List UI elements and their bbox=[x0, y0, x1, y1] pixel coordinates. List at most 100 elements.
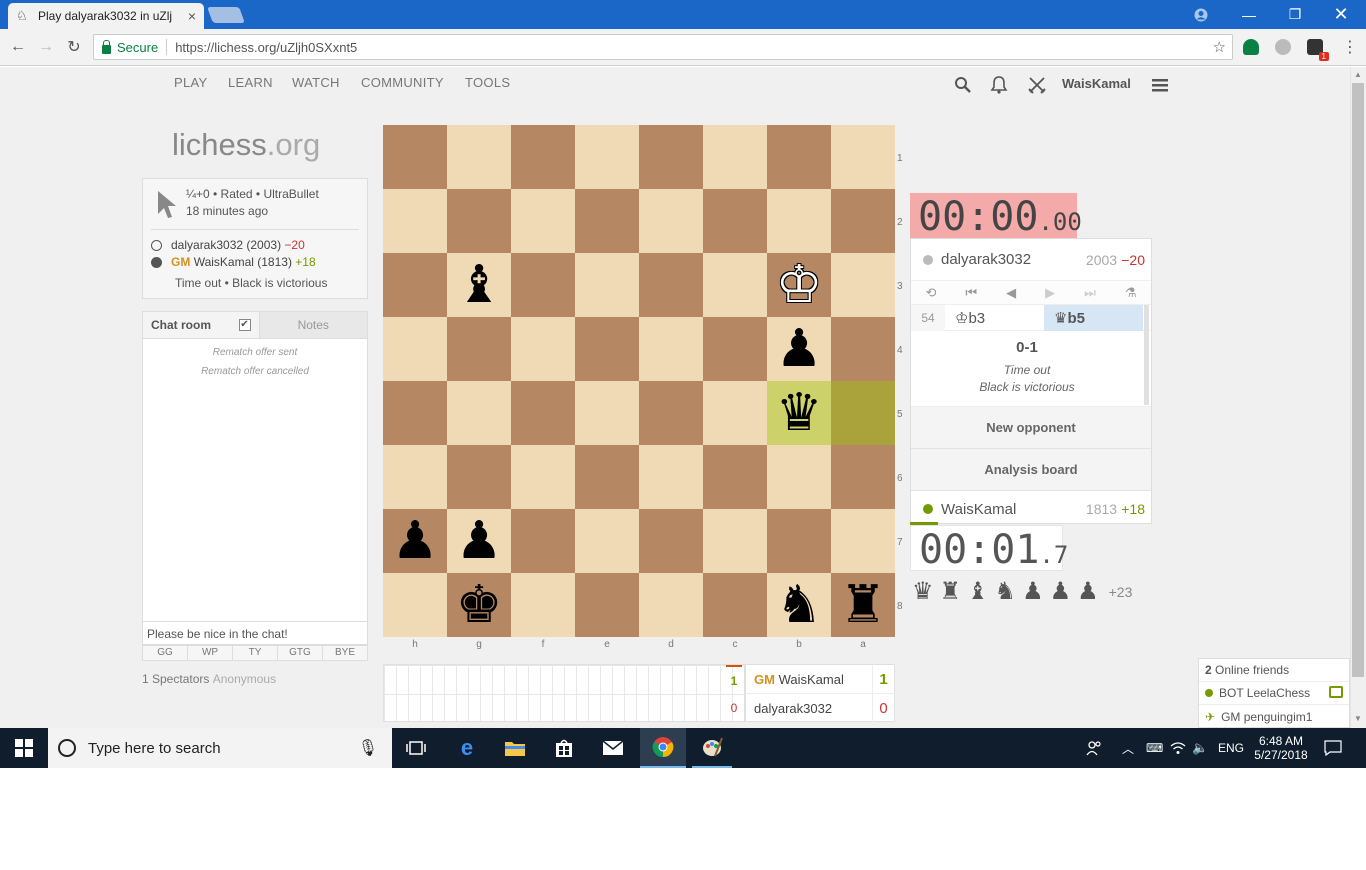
player-bar[interactable]: WaisKamal 1813 +18 bbox=[911, 491, 1151, 527]
paint-icon[interactable] bbox=[692, 728, 732, 768]
last-move-icon[interactable]: ⏭ bbox=[1084, 285, 1096, 301]
prev-move-icon[interactable]: ◀ bbox=[1006, 285, 1016, 301]
minimize-icon[interactable]: — bbox=[1226, 0, 1272, 29]
tray-chevron-icon[interactable]: ︿ bbox=[1122, 728, 1134, 768]
white-move[interactable]: ♔b3 bbox=[945, 309, 1044, 327]
shield-extension-icon[interactable] bbox=[1243, 39, 1259, 55]
square-e1[interactable] bbox=[575, 125, 639, 189]
square-a6[interactable] bbox=[831, 445, 895, 509]
address-bar[interactable]: Secure https://lichess.org/uZljh0SXxnt5 … bbox=[93, 34, 1233, 60]
square-h1[interactable] bbox=[383, 125, 447, 189]
crosstable-player-2[interactable]: dalyarak3032 0 bbox=[746, 694, 894, 723]
friends-header[interactable]: 2 Online friends bbox=[1199, 659, 1349, 682]
square-d8[interactable] bbox=[639, 573, 703, 637]
maximize-icon[interactable]: ❐ bbox=[1272, 0, 1318, 29]
last-game-result-top[interactable]: 1 bbox=[726, 665, 742, 694]
square-e6[interactable] bbox=[575, 445, 639, 509]
square-a1[interactable] bbox=[831, 125, 895, 189]
square-g5[interactable] bbox=[447, 381, 511, 445]
tv-icon[interactable] bbox=[1329, 686, 1343, 698]
forward-icon[interactable]: → bbox=[36, 37, 56, 57]
tab-close-icon[interactable]: × bbox=[188, 8, 196, 24]
new-opponent-button[interactable]: New opponent bbox=[911, 407, 1151, 449]
friend-item[interactable]: ✈ GM penguingim1 bbox=[1199, 705, 1349, 728]
user-menu[interactable]: WaisKamal bbox=[1062, 76, 1131, 91]
square-b1[interactable] bbox=[767, 125, 831, 189]
crossed-swords-icon[interactable] bbox=[1027, 75, 1047, 95]
notification-bell-icon[interactable] bbox=[989, 75, 1009, 95]
page-scrollbar-thumb[interactable] bbox=[1352, 83, 1364, 677]
chat-toggle-checkbox[interactable]: ✔ bbox=[238, 319, 251, 331]
wifi-icon[interactable] bbox=[1170, 728, 1186, 768]
piece-b4[interactable]: ♟ bbox=[767, 317, 831, 381]
square-d4[interactable] bbox=[639, 317, 703, 381]
square-g6[interactable] bbox=[447, 445, 511, 509]
square-f3[interactable] bbox=[511, 253, 575, 317]
square-f7[interactable] bbox=[511, 509, 575, 573]
square-b6[interactable] bbox=[767, 445, 831, 509]
square-e7[interactable] bbox=[575, 509, 639, 573]
square-e2[interactable] bbox=[575, 189, 639, 253]
square-g2[interactable] bbox=[447, 189, 511, 253]
square-c5[interactable] bbox=[703, 381, 767, 445]
square-c3[interactable] bbox=[703, 253, 767, 317]
square-c1[interactable] bbox=[703, 125, 767, 189]
first-move-icon[interactable]: ⏮ bbox=[965, 285, 977, 301]
nav-learn[interactable]: LEARN bbox=[228, 75, 273, 90]
volume-icon[interactable]: 🔈 bbox=[1192, 728, 1208, 768]
preset-wp[interactable]: WP bbox=[188, 646, 233, 660]
crosstable-player-1[interactable]: GM WaisKamal 1 bbox=[746, 665, 894, 694]
black-player-row[interactable]: GM WaisKamal (1813) +18 bbox=[151, 255, 316, 269]
mail-icon[interactable] bbox=[595, 728, 631, 768]
piece-g3[interactable]: ♝ bbox=[447, 253, 511, 317]
profile-icon[interactable] bbox=[1178, 0, 1224, 29]
lichess-logo[interactable]: lichess.org bbox=[172, 127, 320, 163]
file-explorer-icon[interactable] bbox=[497, 728, 533, 768]
preset-ty[interactable]: TY bbox=[233, 646, 278, 660]
white-player-row[interactable]: dalyarak3032 (2003) −20 bbox=[151, 238, 305, 252]
friend-item[interactable]: BOT LeelaChess bbox=[1199, 682, 1349, 705]
people-icon[interactable] bbox=[1085, 728, 1103, 768]
edge-browser-icon[interactable]: e bbox=[449, 728, 485, 768]
square-a3[interactable] bbox=[831, 253, 895, 317]
nav-community[interactable]: COMMUNITY bbox=[361, 75, 444, 90]
square-c2[interactable] bbox=[703, 189, 767, 253]
hamburger-menu-icon[interactable] bbox=[1152, 77, 1168, 93]
analysis-board-button[interactable]: Analysis board bbox=[911, 449, 1151, 491]
analysis-microscope-icon[interactable]: ⚗ bbox=[1125, 285, 1137, 301]
close-window-icon[interactable]: ✕ bbox=[1318, 0, 1364, 29]
flip-board-icon[interactable]: ⟲ bbox=[926, 285, 937, 301]
action-center-icon[interactable] bbox=[1324, 728, 1342, 768]
square-f4[interactable] bbox=[511, 317, 575, 381]
square-b2[interactable] bbox=[767, 189, 831, 253]
opponent-player-bar[interactable]: dalyarak3032 2003 −20 bbox=[911, 239, 1151, 281]
square-h8[interactable] bbox=[383, 573, 447, 637]
chat-input[interactable]: Please be nice in the chat! bbox=[142, 621, 368, 645]
chrome-taskbar-icon[interactable] bbox=[640, 728, 686, 768]
square-d1[interactable] bbox=[639, 125, 703, 189]
square-c6[interactable] bbox=[703, 445, 767, 509]
piece-g8[interactable]: ♚ bbox=[447, 573, 511, 637]
preset-gg[interactable]: GG bbox=[143, 646, 188, 660]
browser-menu-icon[interactable]: ⋮ bbox=[1340, 37, 1360, 57]
extension-badge-icon[interactable]: 1 bbox=[1307, 39, 1329, 61]
square-f2[interactable] bbox=[511, 189, 575, 253]
preset-gtg[interactable]: GTG bbox=[278, 646, 323, 660]
square-e4[interactable] bbox=[575, 317, 639, 381]
extension-icon[interactable] bbox=[1275, 39, 1291, 55]
search-icon[interactable] bbox=[954, 76, 972, 94]
scroll-up-icon[interactable]: ▲ bbox=[1350, 68, 1366, 82]
piece-h7[interactable]: ♟ bbox=[383, 509, 447, 573]
square-a2[interactable] bbox=[831, 189, 895, 253]
square-f1[interactable] bbox=[511, 125, 575, 189]
square-g1[interactable] bbox=[447, 125, 511, 189]
microphone-icon[interactable]: 🎙 bbox=[358, 738, 378, 758]
square-e8[interactable] bbox=[575, 573, 639, 637]
chess-board[interactable]: ♝ ♔ ♟ ♛ ♟ ♟ ♚ ♞ ♜ bbox=[383, 125, 895, 637]
preset-bye[interactable]: BYE bbox=[323, 646, 367, 660]
piece-b5[interactable]: ♛ bbox=[767, 381, 831, 445]
square-c4[interactable] bbox=[703, 317, 767, 381]
ime-icon[interactable]: ⌨ bbox=[1146, 728, 1163, 768]
back-icon[interactable]: ← bbox=[8, 37, 28, 57]
square-g4[interactable] bbox=[447, 317, 511, 381]
